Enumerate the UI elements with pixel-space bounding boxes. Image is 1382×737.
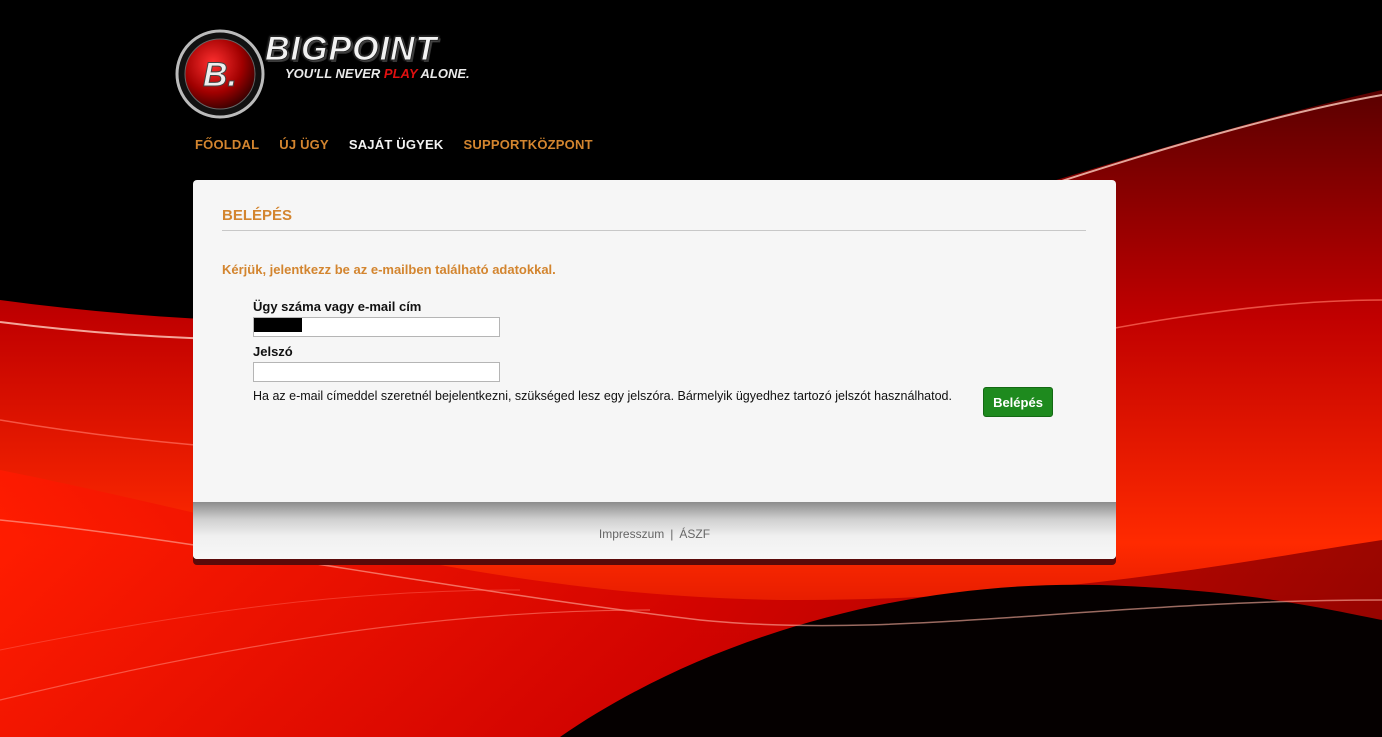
logo-letter: B. — [203, 56, 237, 94]
bigpoint-logo[interactable]: B. BIGPOINT YOU'LL NEVER PLAY ALONE. — [175, 28, 520, 120]
nav-item-my-tickets[interactable]: SAJÁT ÜGYEK — [349, 137, 444, 152]
footer-link-impressum[interactable]: Impresszum — [599, 527, 664, 541]
footer-separator: | — [670, 527, 674, 541]
login-panel: BELÉPÉS Kérjük, jelentkezz be az e-mailb… — [193, 180, 1116, 559]
login-button[interactable]: Belépés — [983, 387, 1053, 417]
nav-item-new-ticket[interactable]: ÚJ ÜGY — [279, 137, 329, 152]
nav-item-home[interactable]: FŐOLDAL — [195, 137, 259, 152]
login-intro-text: Kérjük, jelentkezz be az e-mailben talál… — [222, 262, 556, 277]
bigpoint-emblem-icon: B. — [175, 29, 265, 119]
password-field-label: Jelszó — [253, 344, 293, 359]
email-field-label: Ügy száma vagy e-mail cím — [253, 299, 422, 314]
title-divider — [222, 230, 1086, 231]
logo-tagline: YOU'LL NEVER PLAY ALONE. — [285, 66, 470, 81]
password-field[interactable] — [253, 362, 500, 382]
footer-link-terms[interactable]: ÁSZF — [679, 527, 710, 541]
logo-wordmark: BIGPOINT — [264, 30, 438, 69]
redacted-email-value — [254, 318, 302, 332]
page-title: BELÉPÉS — [222, 207, 293, 224]
panel-footer: Impresszum | ÁSZF — [193, 502, 1116, 559]
login-hint-text: Ha az e-mail címeddel szeretnél bejelent… — [253, 389, 952, 403]
main-nav: FŐOLDAL ÚJ ÜGY SAJÁT ÜGYEK SUPPORTKÖZPON… — [195, 137, 593, 152]
nav-item-support-center[interactable]: SUPPORTKÖZPONT — [464, 137, 593, 152]
footer-links: Impresszum | ÁSZF — [193, 527, 1116, 541]
